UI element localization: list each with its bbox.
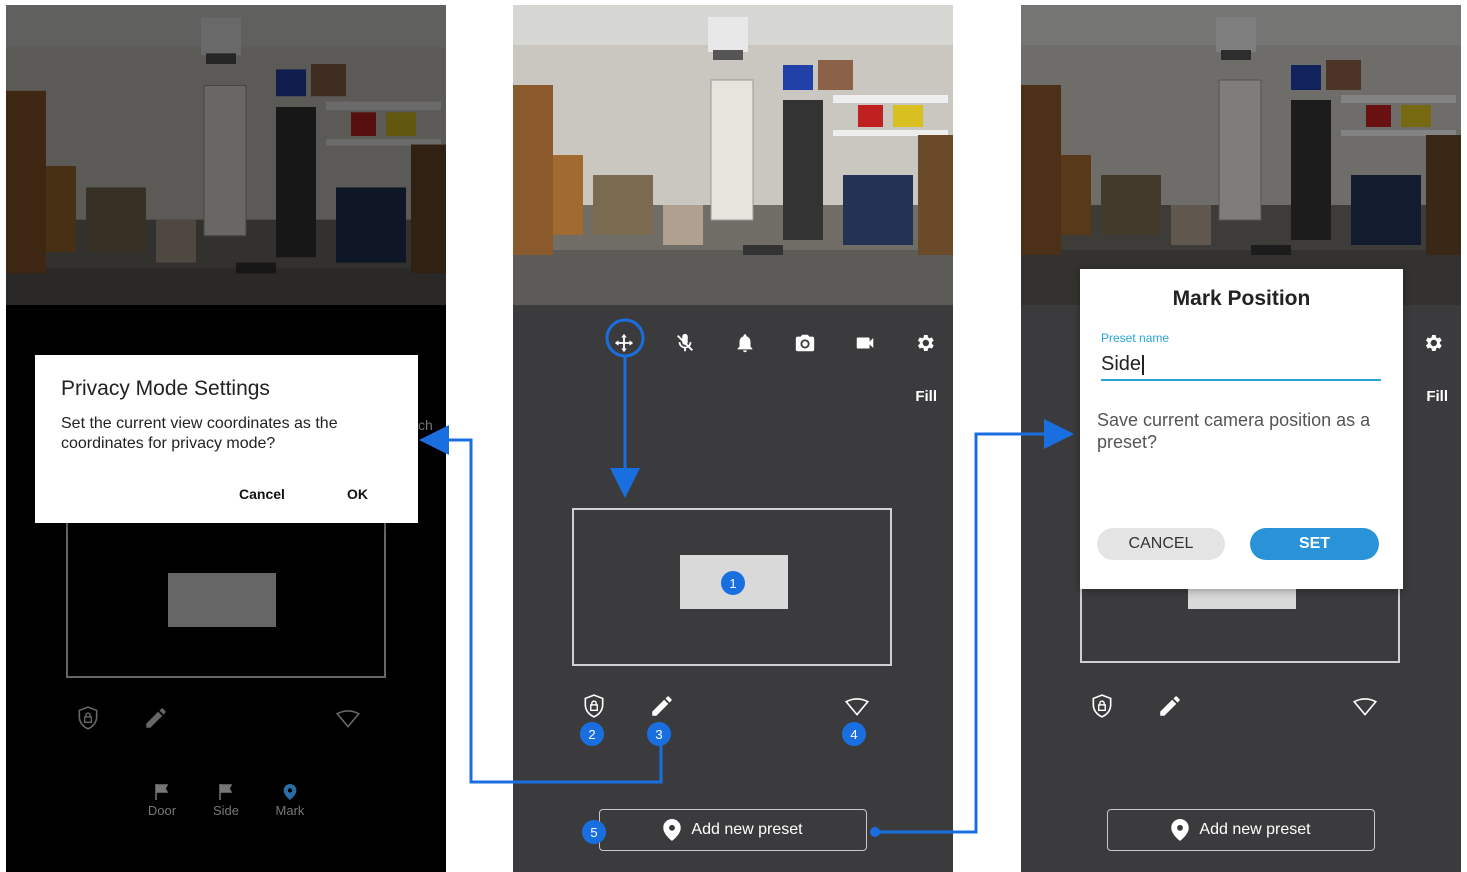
preset-mark[interactable]: Mark <box>265 784 315 818</box>
map-pin-icon <box>1171 819 1189 841</box>
middle-phone-screen: Fill Add new preset 1 2 3 4 5 <box>513 5 953 872</box>
cancel-button[interactable]: CANCEL <box>1097 528 1225 560</box>
preset-label: Side <box>212 803 240 818</box>
add-new-preset-button[interactable]: Add new preset <box>1107 809 1375 851</box>
preset-side[interactable]: Side <box>201 784 251 818</box>
dialog-message: Set the current view coordinates as the … <box>61 415 338 452</box>
privacy-shield-icon[interactable] <box>578 690 610 722</box>
mark-position-dialog: Mark Position Preset name Side Save curr… <box>1080 269 1403 589</box>
video-icon[interactable] <box>845 323 885 363</box>
camera-toolbar <box>513 323 953 363</box>
gear-icon[interactable] <box>905 323 945 363</box>
field-of-view-icon[interactable] <box>332 702 364 734</box>
dialog-message: Save current camera position as a preset… <box>1097 410 1371 452</box>
privacy-shield-icon[interactable] <box>1086 690 1118 722</box>
right-phone-screen: Fill Add new preset Mark Position Preset… <box>1021 5 1461 872</box>
add-new-preset-button[interactable]: Add new preset <box>599 809 867 851</box>
map-pin-icon <box>663 819 681 841</box>
move-icon[interactable] <box>604 323 644 363</box>
callout-badge: 4 <box>842 722 866 746</box>
add-preset-label: Add new preset <box>1199 821 1311 838</box>
camera-feed <box>6 5 446 305</box>
add-preset-label: Add new preset <box>691 821 803 838</box>
toolbar-partial-label: ch <box>418 417 433 433</box>
callout-badge: 5 <box>582 820 606 844</box>
camera-icon[interactable] <box>785 323 825 363</box>
preset-name-value: Side <box>1101 353 1142 375</box>
flag-icon <box>219 784 233 800</box>
bell-icon[interactable] <box>725 323 765 363</box>
edit-pencil-icon[interactable] <box>646 690 678 722</box>
edit-pencil-icon[interactable] <box>1154 690 1186 722</box>
preset-label: Door <box>147 803 177 818</box>
callout-badge: 1 <box>721 571 745 595</box>
mic-off-icon[interactable] <box>665 323 705 363</box>
preset-label: Mark <box>275 803 305 818</box>
ok-button[interactable]: OK <box>347 486 368 502</box>
privacy-mode-dialog: Privacy Mode Settings Set the current vi… <box>35 355 418 523</box>
ptz-pad-knob[interactable] <box>168 573 276 627</box>
dialog-title: Mark Position <box>1172 287 1311 310</box>
flag-icon <box>155 784 169 800</box>
gear-icon[interactable] <box>1413 323 1453 363</box>
camera-feed <box>1021 5 1461 305</box>
field-of-view-icon[interactable] <box>1349 690 1381 722</box>
cancel-button[interactable]: Cancel <box>239 486 285 502</box>
fill-label[interactable]: Fill <box>915 388 937 405</box>
set-button[interactable]: SET <box>1250 528 1379 560</box>
left-phone-screen: ch Door Side Mark Privacy Mode Settings … <box>6 5 446 872</box>
camera-feed <box>513 5 953 305</box>
map-pin-icon <box>283 784 297 800</box>
preset-list: Door Side Mark <box>6 784 446 824</box>
preset-name-input[interactable]: Side <box>1101 353 1381 381</box>
callout-badge: 2 <box>580 722 604 746</box>
privacy-shield-icon[interactable] <box>72 702 104 734</box>
preset-door[interactable]: Door <box>137 784 187 818</box>
preset-name-label: Preset name <box>1101 331 1170 345</box>
callout-badge: 3 <box>647 722 671 746</box>
field-of-view-icon[interactable] <box>841 690 873 722</box>
dialog-title: Privacy Mode Settings <box>61 377 270 400</box>
fill-label[interactable]: Fill <box>1426 388 1448 405</box>
edit-pencil-icon[interactable] <box>140 702 172 734</box>
